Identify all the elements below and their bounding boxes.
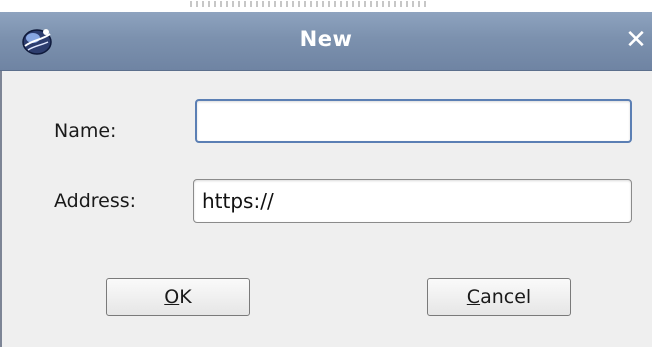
cancel-label-rest: ancel bbox=[480, 286, 532, 308]
left-frame-border bbox=[0, 71, 2, 347]
ok-label-rest: K bbox=[179, 286, 192, 308]
background-text-fragment bbox=[190, 1, 430, 7]
cancel-mnemonic: C bbox=[466, 286, 481, 308]
address-label: Address: bbox=[54, 190, 137, 212]
ok-button[interactable]: OK bbox=[106, 278, 250, 316]
cancel-button[interactable]: Cancel bbox=[427, 278, 571, 316]
ok-mnemonic: O bbox=[164, 286, 180, 308]
dialog-title: New bbox=[299, 27, 353, 51]
name-input[interactable] bbox=[195, 99, 632, 143]
address-input[interactable]: https:// bbox=[193, 179, 632, 223]
close-button[interactable]: ✕ bbox=[622, 26, 650, 54]
titlebar[interactable]: New ✕ bbox=[0, 12, 652, 71]
new-dialog: New ✕ Name: Address: https:// OK Cancel bbox=[0, 12, 652, 347]
background-window-strip bbox=[0, 0, 652, 12]
name-label: Name: bbox=[54, 120, 117, 142]
close-icon: ✕ bbox=[625, 25, 647, 55]
dialog-body: Name: Address: https:// OK Cancel bbox=[0, 71, 652, 347]
